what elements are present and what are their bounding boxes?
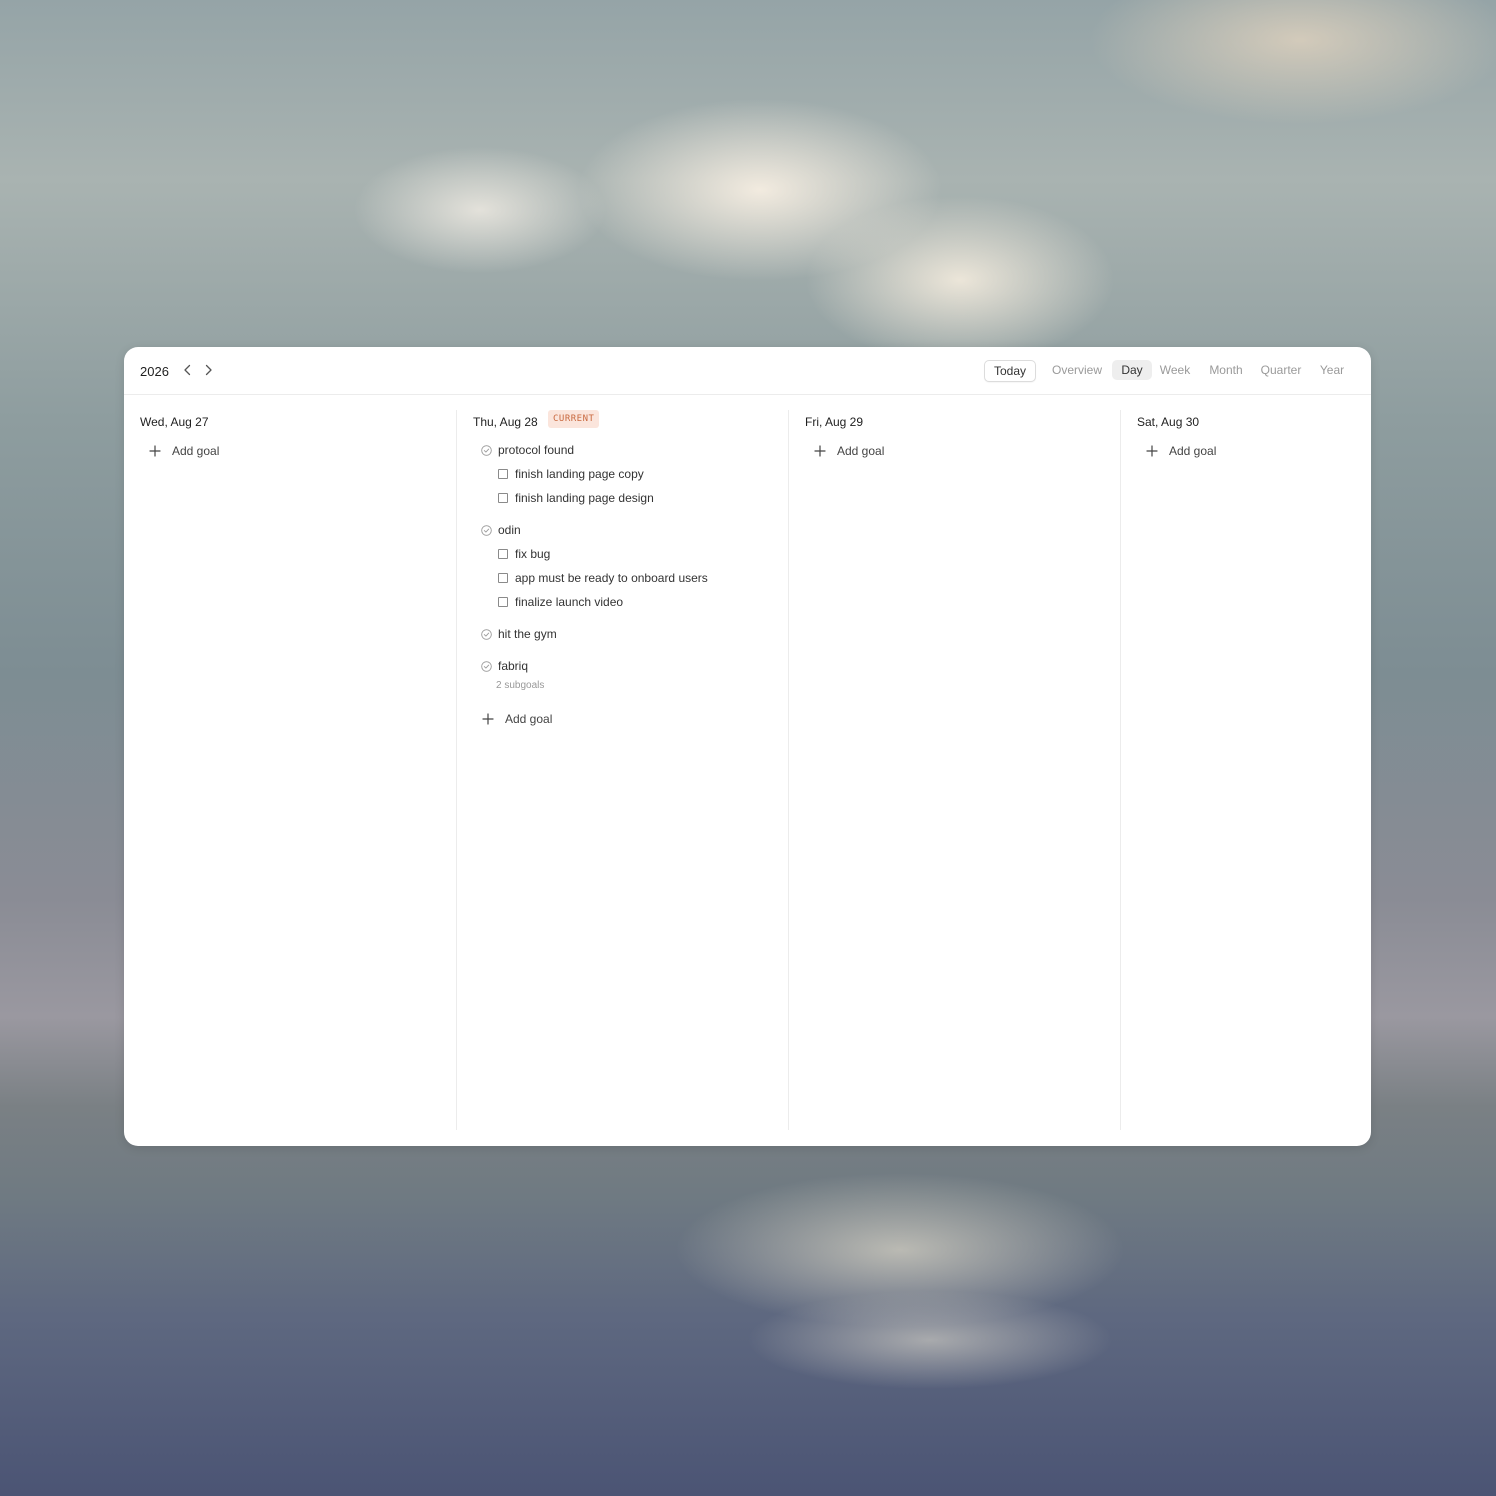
calendar-panel: 2026 Today Overview Day Week Month Quart… [124,347,1371,1146]
day-title: Wed, Aug 27 [140,415,209,429]
add-goal-label: Add goal [505,712,553,726]
goal-item[interactable]: protocol found [481,441,574,459]
tab-quarter[interactable]: Quarter [1254,360,1308,380]
tab-year[interactable]: Year [1312,360,1352,380]
checkbox-icon[interactable] [498,573,508,583]
task-label: fix bug [515,547,551,561]
goal-label: protocol found [498,443,575,457]
checkbox-icon[interactable] [498,597,508,607]
goal-item[interactable]: fabriq [481,657,528,675]
tab-day[interactable]: Day [1112,360,1152,380]
task-item[interactable]: finish landing page copy [498,465,644,483]
subgoals-count[interactable]: 2 subgoals [496,680,544,691]
goal-label: hit the gym [498,627,557,641]
add-goal-button[interactable]: Add goal [481,710,552,728]
add-goal-label: Add goal [1169,444,1217,458]
goal-item[interactable]: hit the gym [481,625,557,643]
task-item[interactable]: fix bug [498,545,550,563]
tab-month[interactable]: Month [1202,360,1250,380]
add-goal-label: Add goal [172,444,220,458]
add-goal-button[interactable]: Add goal [1145,442,1216,460]
chevron-left-icon[interactable] [181,363,195,377]
current-badge: CURRENT [548,410,600,428]
task-label: app must be ready to onboard users [515,571,708,585]
task-item[interactable]: finalize launch video [498,593,623,611]
day-column-wed: Wed, Aug 27 Add goal [124,410,456,1130]
task-item[interactable]: app must be ready to onboard users [498,569,708,587]
tab-overview[interactable]: Overview [1044,360,1110,380]
add-goal-label: Add goal [837,444,885,458]
task-label: finish landing page design [515,491,654,505]
day-title: Thu, Aug 28 [473,415,538,429]
circle-check-icon[interactable] [481,444,492,456]
checkbox-icon[interactable] [498,549,508,559]
day-column-sat: Sat, Aug 30 Add goal [1120,410,1371,1130]
top-bar: 2026 Today Overview Day Week Month Quart… [124,347,1371,395]
circle-check-icon[interactable] [481,660,492,672]
checkbox-icon[interactable] [498,469,508,479]
goal-item[interactable]: odin [481,521,521,539]
plus-icon [148,444,162,458]
task-item[interactable]: finish landing page design [498,489,654,507]
add-goal-button[interactable]: Add goal [148,442,219,460]
task-label: finalize launch video [515,595,624,609]
day-column-thu: Thu, Aug 28 CURRENT protocol found finis… [456,410,789,1130]
goal-label: odin [498,523,521,537]
add-goal-button[interactable]: Add goal [813,442,884,460]
chevron-right-icon[interactable] [201,363,215,377]
plus-icon [481,712,495,726]
year-label: 2026 [140,364,169,379]
day-title: Fri, Aug 29 [805,415,864,429]
goal-label: fabriq [498,659,529,673]
today-button[interactable]: Today [984,360,1036,382]
day-title: Sat, Aug 30 [1137,415,1200,429]
circle-check-icon[interactable] [481,628,492,640]
day-column-fri: Fri, Aug 29 Add goal [788,410,1121,1130]
circle-check-icon[interactable] [481,524,492,536]
task-label: finish landing page copy [515,467,644,481]
plus-icon [1145,444,1159,458]
tab-week[interactable]: Week [1154,360,1196,380]
plus-icon [813,444,827,458]
checkbox-icon[interactable] [498,493,508,503]
